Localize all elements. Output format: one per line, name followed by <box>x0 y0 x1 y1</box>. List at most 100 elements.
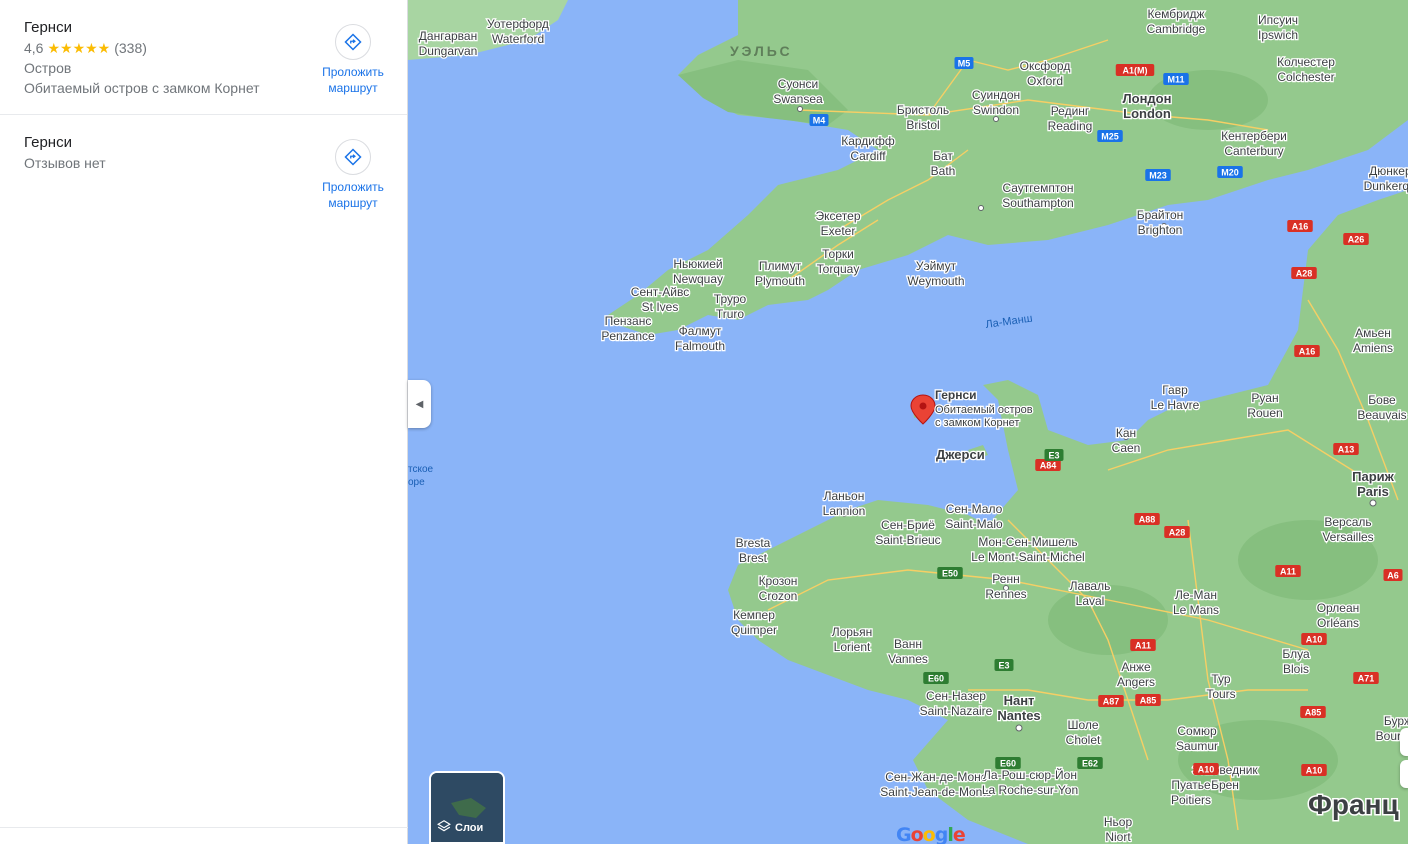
place-label-en: Saint-Malo <box>945 517 1003 531</box>
place-label-en: Bristol <box>906 118 939 132</box>
place-label-en: Caen <box>1112 441 1141 455</box>
place-label-en: Oxford <box>1027 74 1063 88</box>
place-label-en: Le Havre <box>1151 398 1200 412</box>
place-label-ru: Ньор <box>1104 815 1133 829</box>
road-shield-label: M25 <box>1101 132 1119 142</box>
road-shield-label: M23 <box>1149 171 1167 181</box>
result-item[interactable]: Гернси 4,6 ★★★★★ (338) Остров Обитаемый … <box>0 0 407 115</box>
road-shield-label: A87 <box>1103 697 1120 707</box>
place-label-en: Poitiers <box>1171 793 1211 807</box>
place-label-en: Orléans <box>1317 616 1359 630</box>
place-label-en: Rouen <box>1247 406 1282 420</box>
place-label-ru: Ланьон <box>824 489 865 503</box>
map-control-edge[interactable] <box>1400 728 1408 756</box>
road-shield-label: A1(M) <box>1123 66 1148 76</box>
place-label-ru: Кентербери <box>1221 129 1287 143</box>
place-label-en: Brighton <box>1138 223 1183 237</box>
place-label-ru: Блуа <box>1282 647 1310 661</box>
place-label-ru: Лорьян <box>832 625 873 639</box>
place-label-en: Exeter <box>821 224 856 238</box>
place-label-en: Rennes <box>985 587 1026 601</box>
place-label-en: Saumur <box>1176 739 1218 753</box>
place-label-en: Torquay <box>817 262 860 276</box>
place-label-en: Newquay <box>673 272 723 286</box>
place-label-ru: Рединг <box>1051 104 1090 118</box>
place-label-en: Lannion <box>823 504 866 518</box>
place-label-en: Cardiff <box>850 149 886 163</box>
place-label-en: Truro <box>716 307 745 321</box>
place-label-en: Le Mans <box>1173 603 1219 617</box>
road-shield-label: E62 <box>1082 759 1098 769</box>
road-shield-label: A13 <box>1338 445 1355 455</box>
place-label-ru: Суиндон <box>972 88 1020 102</box>
place-label-ru: Кемпер <box>733 608 775 622</box>
collapse-panel-button[interactable]: ◀ <box>408 380 431 428</box>
place-label-en: Reading <box>1048 119 1093 133</box>
directions-label-2: маршрут <box>328 196 378 210</box>
place-label-en: Laval <box>1076 594 1105 608</box>
place-label-ru: Амьен <box>1355 326 1391 340</box>
place-label-en: Saint-Nazaire <box>920 704 993 718</box>
place-label-en: Cambridge <box>1147 22 1206 36</box>
place-label-en: Canterbury <box>1224 144 1283 158</box>
road-shield-label: A6 <box>1387 571 1399 581</box>
place-label-en: Dunkerque <box>1364 179 1408 193</box>
place-label-ru: Ванн <box>894 637 922 651</box>
place-label-en: Plymouth <box>755 274 805 288</box>
location-pin[interactable] <box>910 394 936 425</box>
google-logo: Google <box>896 824 966 844</box>
place-label-ru: Нант <box>1004 693 1035 708</box>
review-count[interactable]: (338) <box>114 38 147 58</box>
directions-button[interactable]: Проложить маршрут <box>315 24 391 96</box>
place-label-ru: Руан <box>1251 391 1278 405</box>
directions-button[interactable]: Проложить маршрут <box>315 139 391 211</box>
road-shield-label: M20 <box>1221 168 1239 178</box>
road-shield-label: A16 <box>1292 222 1309 232</box>
place-label-ru: Сен-Мало <box>946 502 1003 516</box>
place-label-ru: Уэймут <box>916 259 957 273</box>
road-shield-label: A11 <box>1280 567 1296 577</box>
layers-button[interactable]: Слои <box>429 771 505 844</box>
place-label-ru: Плимут <box>759 259 802 273</box>
place-label-en: Beauvais <box>1357 408 1406 422</box>
chevron-left-icon: ◀ <box>415 398 424 410</box>
road-shield-label: A26 <box>1348 235 1365 245</box>
road-shield-label: E3 <box>1048 451 1059 461</box>
rating-value: 4,6 <box>24 40 44 56</box>
place-label-ru: Фалмут <box>679 324 722 338</box>
road-shield-label: A85 <box>1140 696 1157 706</box>
road-shield-label: E60 <box>1000 759 1016 769</box>
map-canvas[interactable]: УЭЛЬС Ла-Манш тское оре Франц Джерси Уот… <box>408 0 1408 844</box>
land-great-britain <box>608 0 1408 335</box>
road-shield-label: A88 <box>1139 515 1156 525</box>
road-shield-label: A10 <box>1306 635 1323 645</box>
place-label-en: Niort <box>1105 830 1131 844</box>
road-shield-label: M5 <box>958 59 971 69</box>
place-label-ru: Ле-Ман <box>1175 588 1217 602</box>
place-label-en: Penzance <box>601 329 655 343</box>
place-label-en: Vannes <box>888 652 928 666</box>
rating-stars: ★★★★★ <box>47 40 111 56</box>
place-label-ru: Труро <box>714 292 747 306</box>
result-item[interactable]: Гернси Отзывов нет Проложить маршрут <box>0 115 407 227</box>
place-label-ru: Тур <box>1211 672 1231 686</box>
place-label-en: Ipswich <box>1258 28 1298 42</box>
road-shield-label: A28 <box>1296 269 1313 279</box>
place-label-ru: Анже <box>1121 660 1151 674</box>
place-label-en: Dungarvan <box>419 44 478 58</box>
map-control-edge[interactable] <box>1400 760 1408 788</box>
road-shield-label: A11 <box>1135 641 1151 651</box>
place-label-ru: Пензанс <box>605 314 652 328</box>
place-label-ru: Бристоль <box>897 103 949 117</box>
layers-label-row: Слои <box>437 819 483 836</box>
place-label-ru: Колчестер <box>1277 55 1335 69</box>
sea-label-1: тское <box>408 464 434 475</box>
place-label-ru: Версаль <box>1324 515 1371 529</box>
place-label-ru: Париж <box>1352 469 1395 484</box>
road-shield-label: E50 <box>942 569 958 579</box>
road-shield-label: E60 <box>928 674 944 684</box>
place-label-en: Brest <box>739 551 768 565</box>
place-label-ru: Бурж <box>1384 714 1408 728</box>
place-label-en: Colchester <box>1277 70 1334 84</box>
layers-icon <box>437 819 451 836</box>
